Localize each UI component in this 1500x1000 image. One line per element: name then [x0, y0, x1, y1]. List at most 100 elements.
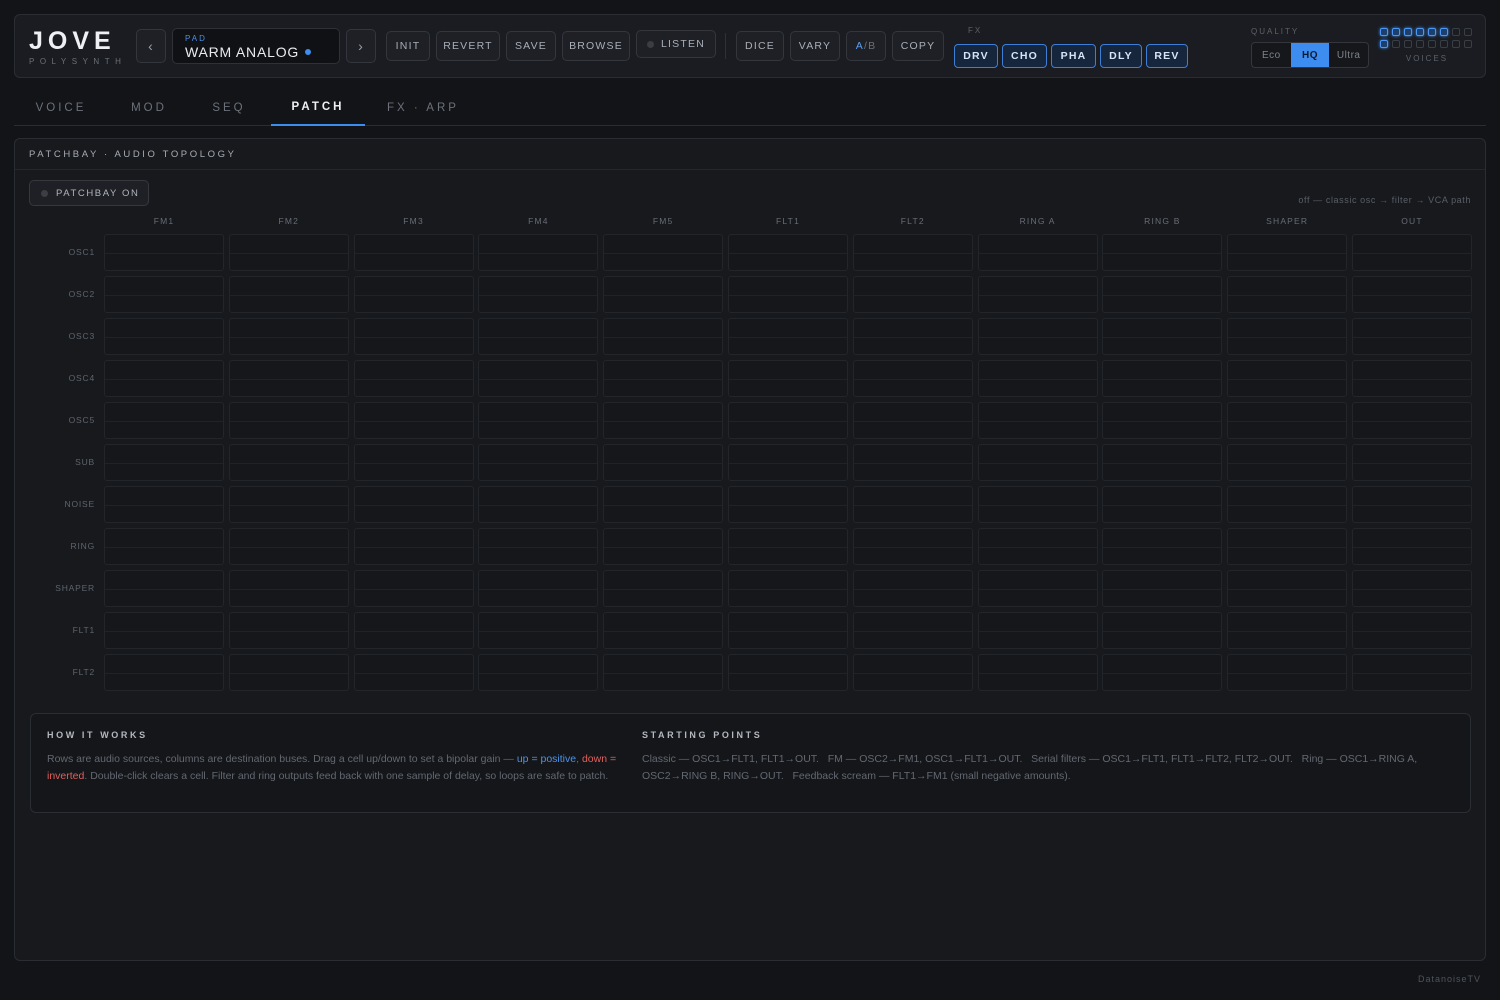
patch-cell[interactable]: [977, 570, 1098, 607]
patch-cell[interactable]: [478, 612, 599, 649]
patch-cell[interactable]: [228, 612, 349, 649]
patch-cell[interactable]: [1227, 528, 1348, 565]
patch-cell[interactable]: [228, 528, 349, 565]
patch-cell[interactable]: [1352, 402, 1472, 439]
patch-cell[interactable]: [353, 402, 474, 439]
patch-cell[interactable]: [1352, 360, 1472, 397]
patch-cell[interactable]: [228, 318, 349, 355]
patch-cell[interactable]: [104, 318, 224, 355]
patch-cell[interactable]: [1102, 654, 1223, 691]
patch-cell[interactable]: [478, 570, 599, 607]
dice-button[interactable]: DICE: [736, 31, 784, 61]
patch-cell[interactable]: [104, 276, 224, 313]
patch-cell[interactable]: [478, 402, 599, 439]
patch-cell[interactable]: [104, 654, 224, 691]
patch-cell[interactable]: [104, 402, 224, 439]
patch-cell[interactable]: [728, 276, 848, 313]
next-preset-button[interactable]: ›: [346, 29, 376, 63]
patch-cell[interactable]: [1352, 444, 1472, 481]
patch-cell[interactable]: [603, 318, 724, 355]
copy-button[interactable]: COPY: [892, 31, 944, 61]
patch-cell[interactable]: [228, 654, 349, 691]
patch-cell[interactable]: [228, 276, 349, 313]
patch-cell[interactable]: [1227, 444, 1348, 481]
patch-cell[interactable]: [603, 612, 724, 649]
patchbay-toggle[interactable]: PATCHBAY ON: [29, 180, 149, 206]
patch-cell[interactable]: [353, 654, 474, 691]
patch-cell[interactable]: [478, 276, 599, 313]
patch-cell[interactable]: [852, 318, 973, 355]
patch-cell[interactable]: [1352, 234, 1472, 271]
patch-cell[interactable]: [353, 528, 474, 565]
patch-cell[interactable]: [603, 234, 724, 271]
patch-cell[interactable]: [1102, 528, 1223, 565]
patch-cell[interactable]: [1102, 402, 1223, 439]
patch-cell[interactable]: [353, 444, 474, 481]
tab-patch[interactable]: PATCH: [271, 90, 365, 126]
patch-cell[interactable]: [852, 528, 973, 565]
patch-cell[interactable]: [353, 234, 474, 271]
fx-drive-button[interactable]: DRV: [954, 44, 998, 68]
patch-cell[interactable]: [977, 318, 1098, 355]
patch-cell[interactable]: [1352, 486, 1472, 523]
revert-button[interactable]: REVERT: [436, 31, 500, 61]
patch-cell[interactable]: [1352, 654, 1472, 691]
tab-seq[interactable]: SEQ: [190, 90, 268, 126]
patch-cell[interactable]: [228, 402, 349, 439]
patch-cell[interactable]: [603, 444, 724, 481]
patch-cell[interactable]: [353, 486, 474, 523]
patch-cell[interactable]: [728, 234, 848, 271]
patch-cell[interactable]: [728, 444, 848, 481]
tab-voice[interactable]: VOICE: [14, 90, 108, 126]
patch-cell[interactable]: [1102, 612, 1223, 649]
patch-cell[interactable]: [1102, 234, 1223, 271]
patch-cell[interactable]: [1102, 486, 1223, 523]
patch-cell[interactable]: [228, 360, 349, 397]
quality-eco[interactable]: Eco: [1252, 43, 1291, 67]
patch-cell[interactable]: [478, 654, 599, 691]
patch-cell[interactable]: [1352, 612, 1472, 649]
save-button[interactable]: SAVE: [506, 31, 556, 61]
patch-cell[interactable]: [852, 444, 973, 481]
patch-cell[interactable]: [104, 570, 224, 607]
patch-cell[interactable]: [353, 570, 474, 607]
patch-cell[interactable]: [104, 612, 224, 649]
patch-cell[interactable]: [977, 486, 1098, 523]
patch-cell[interactable]: [1227, 276, 1348, 313]
patch-cell[interactable]: [228, 234, 349, 271]
patch-cell[interactable]: [1352, 276, 1472, 313]
patch-cell[interactable]: [228, 570, 349, 607]
init-button[interactable]: INIT: [386, 31, 430, 61]
fx-reverb-button[interactable]: REV: [1146, 44, 1188, 68]
patch-cell[interactable]: [977, 402, 1098, 439]
patch-cell[interactable]: [603, 486, 724, 523]
patch-cell[interactable]: [1227, 486, 1348, 523]
patch-cell[interactable]: [977, 528, 1098, 565]
patch-cell[interactable]: [852, 234, 973, 271]
fx-delay-button[interactable]: DLY: [1100, 44, 1142, 68]
browse-button[interactable]: BROWSE: [562, 31, 630, 61]
patch-cell[interactable]: [852, 402, 973, 439]
patch-cell[interactable]: [1102, 276, 1223, 313]
patch-cell[interactable]: [104, 360, 224, 397]
patch-cell[interactable]: [852, 486, 973, 523]
patch-cell[interactable]: [728, 360, 848, 397]
patch-cell[interactable]: [728, 612, 848, 649]
patch-cell[interactable]: [1352, 570, 1472, 607]
patch-cell[interactable]: [603, 402, 724, 439]
patch-cell[interactable]: [852, 276, 973, 313]
quality-ultra[interactable]: Ultra: [1329, 43, 1368, 67]
patch-cell[interactable]: [1227, 654, 1348, 691]
patch-cell[interactable]: [852, 612, 973, 649]
patch-cell[interactable]: [478, 444, 599, 481]
patch-cell[interactable]: [728, 402, 848, 439]
patch-cell[interactable]: [1227, 360, 1348, 397]
preset-display[interactable]: PAD WARM ANALOG: [172, 28, 340, 64]
patch-cell[interactable]: [1227, 234, 1348, 271]
ab-compare-button[interactable]: A / B: [846, 31, 886, 61]
patch-cell[interactable]: [852, 360, 973, 397]
patch-cell[interactable]: [353, 276, 474, 313]
prev-preset-button[interactable]: ‹: [136, 29, 166, 63]
patch-cell[interactable]: [478, 528, 599, 565]
patch-cell[interactable]: [228, 444, 349, 481]
